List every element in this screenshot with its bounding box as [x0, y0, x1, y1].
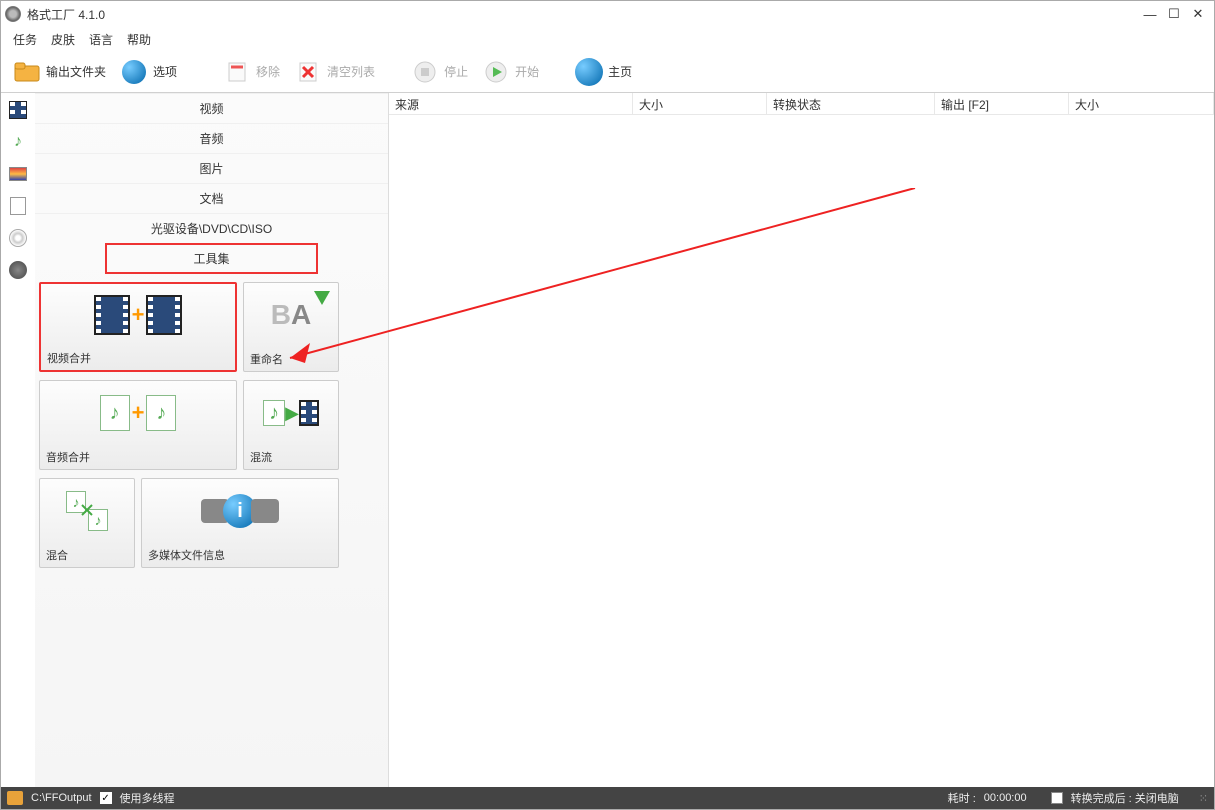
status-folder-icon[interactable] [7, 791, 23, 805]
stop-icon [411, 58, 439, 86]
tile-video-merge[interactable]: + 视频合并 [39, 282, 237, 372]
audio-tab-icon[interactable]: ♪ [7, 131, 29, 153]
shutdown-checkbox[interactable] [1051, 792, 1063, 804]
titlebar: 格式工厂 4.1.0 — ☐ ✕ [1, 1, 1214, 27]
side-tools[interactable]: 工具集 [105, 243, 318, 274]
col-size[interactable]: 大小 [633, 93, 767, 114]
table-body[interactable] [389, 115, 1214, 789]
stop-button[interactable]: 停止 [405, 55, 474, 89]
maximize-button[interactable]: ☐ [1162, 4, 1186, 24]
left-icon-bar: ♪ [1, 93, 35, 789]
video-merge-icon: + [41, 284, 235, 346]
home-icon [575, 58, 603, 86]
col-state[interactable]: 转换状态 [767, 93, 935, 114]
side-video[interactable]: 视频 [35, 93, 388, 123]
col-size2[interactable]: 大小 [1069, 93, 1214, 114]
image-tab-icon[interactable] [7, 163, 29, 185]
menu-skin[interactable]: 皮肤 [51, 31, 75, 48]
clear-icon [294, 58, 322, 86]
multithread-checkbox[interactable]: ✓ [100, 792, 112, 804]
output-path[interactable]: C:\FFOutput [31, 792, 92, 804]
side-audio[interactable]: 音频 [35, 123, 388, 153]
after-label: 转换完成后 : 关闭电脑 [1071, 790, 1179, 806]
tile-label: 音频合并 [40, 445, 236, 469]
menu-lang[interactable]: 语言 [89, 31, 113, 48]
elapsed-label: 耗时 : [948, 790, 976, 806]
close-button[interactable]: ✕ [1186, 4, 1210, 24]
clear-button[interactable]: 清空列表 [288, 55, 381, 89]
tile-label: 混流 [244, 445, 338, 469]
minimize-button[interactable]: — [1138, 4, 1162, 24]
toolbar: 输出文件夹 选项 移除 清空列表 停止 开始 主页 [1, 51, 1214, 93]
status-bar: C:\FFOutput ✓ 使用多线程 耗时 : 00:00:00 转换完成后 … [1, 787, 1214, 809]
media-info-icon: i [142, 479, 338, 543]
remove-button[interactable]: 移除 [217, 55, 286, 89]
menu-task[interactable]: 任务 [13, 31, 37, 48]
tile-audio-merge[interactable]: ♪+♪ 音频合并 [39, 380, 237, 470]
folder-icon [13, 58, 41, 86]
disc-tab-icon[interactable] [7, 227, 29, 249]
col-source[interactable]: 来源 [389, 93, 633, 114]
menubar: 任务 皮肤 语言 帮助 [1, 27, 1214, 51]
mux-icon: ♪▶ [244, 381, 338, 445]
start-icon [482, 58, 510, 86]
output-folder-button[interactable]: 输出文件夹 [7, 55, 112, 89]
audio-merge-icon: ♪+♪ [40, 381, 236, 445]
video-tab-icon[interactable] [7, 99, 29, 121]
tile-media-info[interactable]: i 多媒体文件信息 [141, 478, 339, 568]
elapsed-time: 00:00:00 [984, 792, 1027, 804]
app-title: 格式工厂 4.1.0 [27, 6, 105, 23]
side-optical[interactable]: 光驱设备\DVD\CD\ISO [35, 213, 388, 243]
tool-grid: + 视频合并 BA 重命名 ♪+♪ 音频合并 ♪▶ 混流 [35, 274, 388, 568]
tile-label: 视频合并 [41, 346, 235, 370]
tile-label: 重命名 [244, 347, 338, 371]
start-button[interactable]: 开始 [476, 55, 545, 89]
doc-tab-icon[interactable] [7, 195, 29, 217]
side-image[interactable]: 图片 [35, 153, 388, 183]
side-doc[interactable]: 文档 [35, 183, 388, 213]
multithread-label: 使用多线程 [120, 790, 175, 806]
menu-help[interactable]: 帮助 [127, 31, 151, 48]
options-button[interactable]: 选项 [114, 55, 183, 89]
rename-icon: BA [244, 283, 338, 347]
resize-grip[interactable]: ⁙ [1199, 792, 1208, 805]
tile-rename[interactable]: BA 重命名 [243, 282, 339, 372]
mix-icon: ♪♪ [40, 479, 134, 543]
tile-mix[interactable]: ♪♪ 混合 [39, 478, 135, 568]
table-header: 来源 大小 转换状态 输出 [F2] 大小 [389, 93, 1214, 115]
tile-mux[interactable]: ♪▶ 混流 [243, 380, 339, 470]
content-area: 来源 大小 转换状态 输出 [F2] 大小 [389, 93, 1214, 789]
tools-tab-icon[interactable] [7, 259, 29, 281]
tile-label: 多媒体文件信息 [142, 543, 338, 567]
app-icon [5, 6, 21, 22]
options-icon [120, 58, 148, 86]
sidebar: 视频 音频 图片 文档 光驱设备\DVD\CD\ISO 工具集 + 视频合并 B… [35, 93, 389, 789]
tile-label: 混合 [40, 543, 134, 567]
remove-icon [223, 58, 251, 86]
home-button[interactable]: 主页 [569, 55, 638, 89]
col-output[interactable]: 输出 [F2] [935, 93, 1069, 114]
